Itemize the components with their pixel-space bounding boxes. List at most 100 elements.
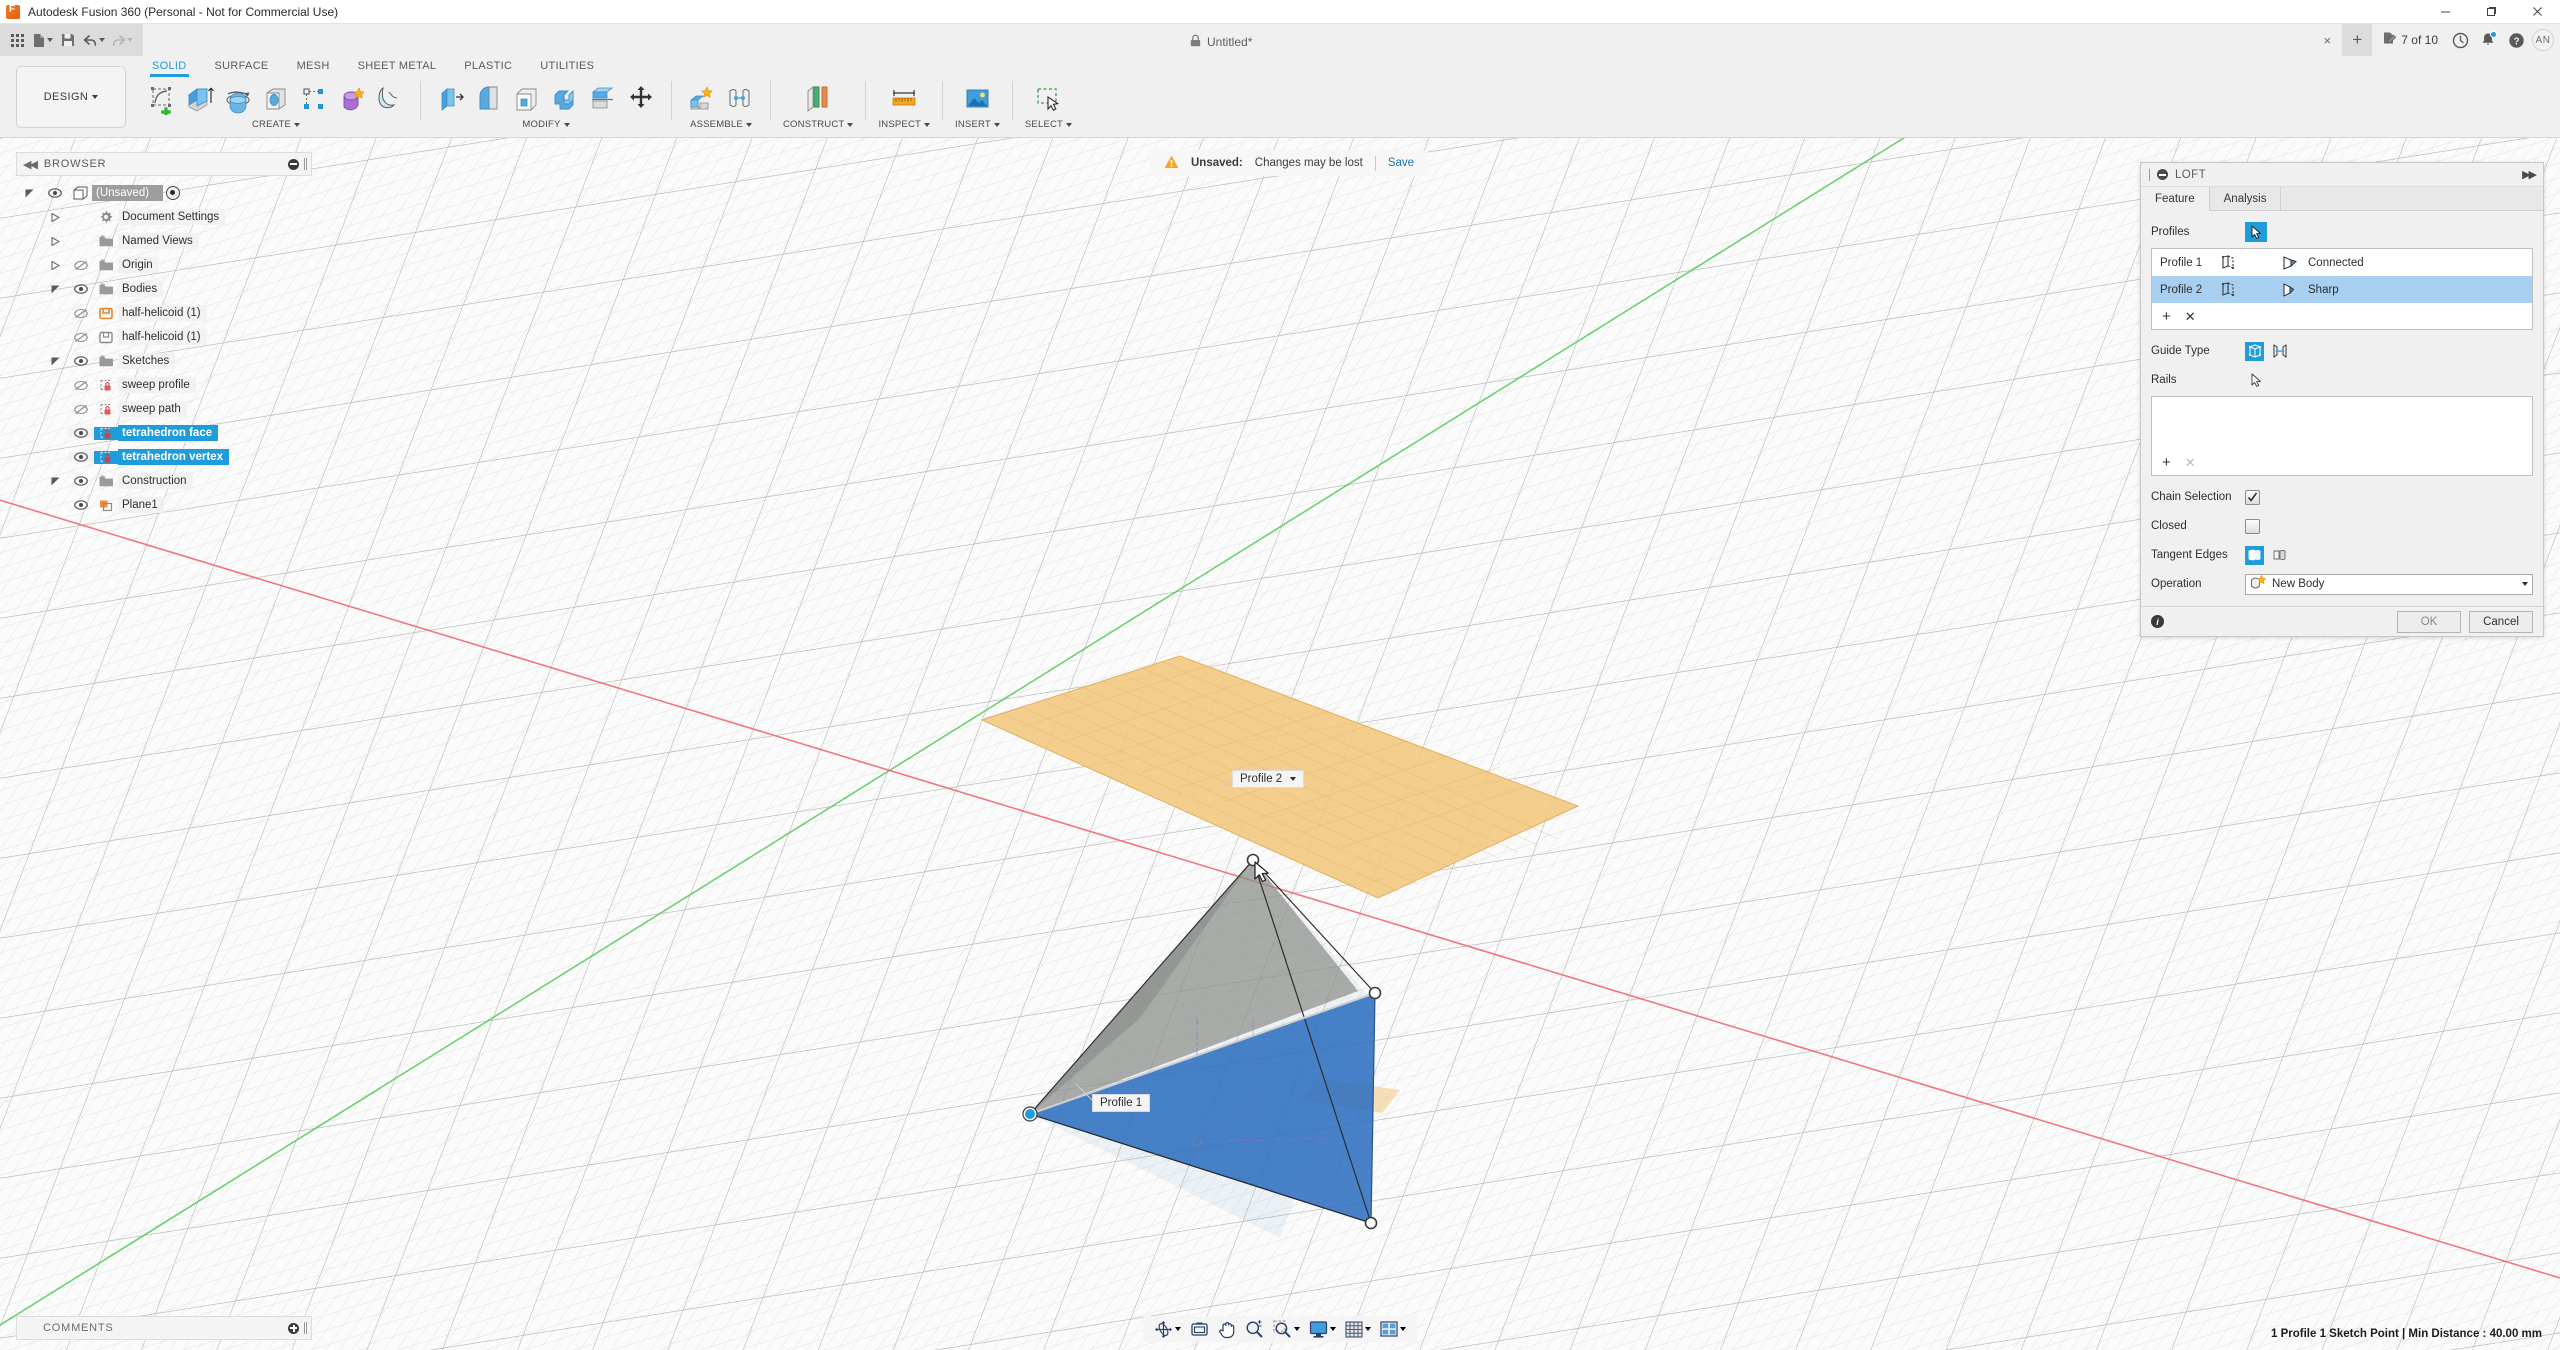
profiles-list[interactable]: Profile 1 Connected Profile 2 — [2151, 248, 2533, 330]
revolve-icon[interactable] — [220, 80, 256, 118]
viewport-3d[interactable]: ◀◀ BROWSER — [0, 138, 2560, 1350]
tree-item-unsaved[interactable]: (Unsaved) — [16, 181, 312, 205]
chain-selection-checkbox[interactable] — [2245, 490, 2260, 505]
bell-icon[interactable] — [2476, 28, 2500, 52]
tab-sheet-metal[interactable]: SHEET METAL — [344, 56, 451, 72]
new-component-icon[interactable] — [684, 80, 720, 118]
loft-dialog-header[interactable]: LOFT ▶▶ — [2141, 163, 2543, 187]
insert-image-icon[interactable] — [959, 80, 995, 118]
closed-checkbox[interactable] — [2245, 519, 2260, 534]
fillet-icon[interactable] — [471, 80, 507, 118]
expand-arrow-icon[interactable] — [16, 189, 42, 198]
tangent-merged-icon[interactable] — [2245, 546, 2264, 565]
expand-arrow-icon[interactable] — [42, 357, 68, 366]
tab-analysis[interactable]: Analysis — [2210, 187, 2282, 211]
tree-item-sketch-tetrahedron-vertex[interactable]: tetrahedron vertex — [16, 445, 312, 469]
split-face-icon[interactable] — [585, 80, 621, 118]
new-document-icon[interactable] — [30, 27, 55, 53]
tree-item-bodies[interactable]: Bodies — [16, 277, 312, 301]
select-window-icon[interactable] — [1030, 80, 1066, 118]
tree-item-sketches[interactable]: Sketches — [16, 349, 312, 373]
maximize-button[interactable] — [2468, 0, 2514, 24]
close-button[interactable] — [2514, 0, 2560, 24]
panel-grip[interactable] — [304, 1322, 305, 1334]
ribbon-group-construct-label[interactable]: CONSTRUCT — [783, 119, 853, 130]
chevron-down-icon[interactable] — [1330, 1327, 1336, 1331]
ribbon-group-select-label[interactable]: SELECT — [1025, 119, 1072, 130]
avatar[interactable]: AN — [2532, 29, 2554, 51]
remove-rail-button[interactable]: ✕ — [2185, 456, 2196, 469]
ribbon-group-create-label[interactable]: CREATE — [252, 119, 300, 130]
dialog-minimize-icon[interactable] — [2157, 169, 2168, 180]
expand-arrow-icon[interactable] — [42, 237, 68, 246]
visibility-eye-icon[interactable] — [68, 356, 94, 366]
profile-row-2[interactable]: Profile 2 Sharp — [2152, 276, 2532, 303]
tree-item-named-views[interactable]: Named Views — [16, 229, 312, 253]
guide-type-rails-icon[interactable] — [2245, 342, 2264, 361]
app-grid-icon[interactable] — [6, 27, 28, 53]
sweep-icon[interactable] — [258, 80, 294, 118]
joint-icon[interactable] — [722, 80, 758, 118]
profile-row-1[interactable]: Profile 1 Connected — [2152, 249, 2532, 276]
pan-icon[interactable] — [1215, 1317, 1239, 1341]
expand-arrow-icon[interactable] — [42, 213, 68, 222]
chevron-down-icon[interactable] — [1365, 1327, 1371, 1331]
tab-feature[interactable]: Feature — [2141, 187, 2210, 211]
tangent-split-icon[interactable] — [2270, 546, 2289, 565]
tree-item-body-half-helicoid-1[interactable]: half-helicoid (1) — [16, 301, 312, 325]
expand-arrow-icon[interactable] — [42, 285, 68, 294]
form-icon[interactable] — [372, 80, 408, 118]
operation-dropdown[interactable]: New Body — [2245, 574, 2533, 595]
ribbon-group-assemble-label[interactable]: ASSEMBLE — [690, 119, 752, 130]
minimize-button[interactable] — [2422, 0, 2468, 24]
profile-tag-profile2[interactable]: Profile 2 — [1232, 770, 1304, 788]
loft-dialog[interactable]: LOFT ▶▶ Feature Analysis Profiles Profil… — [2140, 162, 2544, 637]
expand-arrow-icon[interactable] — [42, 477, 68, 486]
dialog-expand-icon[interactable]: ▶▶ — [2522, 168, 2535, 181]
connected-icon[interactable] — [2282, 256, 2304, 270]
profile-tag-profile1[interactable]: Profile 1 — [1092, 1094, 1150, 1112]
activate-component-radio[interactable] — [166, 186, 180, 200]
workspace-selector[interactable]: DESIGN — [16, 66, 126, 128]
document-tab[interactable]: Untitled* — [1190, 28, 1252, 56]
comments-panel[interactable]: COMMENTS — [16, 1316, 312, 1340]
zoom-icon[interactable] — [1242, 1317, 1267, 1341]
tab-solid[interactable]: SOLID — [138, 56, 201, 72]
cancel-button[interactable]: Cancel — [2469, 611, 2533, 633]
visibility-eye-icon[interactable] — [42, 188, 68, 198]
create-sketch-icon[interactable] — [144, 80, 180, 118]
tab-close-button[interactable]: × — [2316, 33, 2338, 48]
sharp-icon[interactable] — [2282, 283, 2304, 297]
visibility-eye-off-icon[interactable] — [68, 404, 94, 415]
trial-counter[interactable]: 7 of 10 — [2376, 31, 2444, 49]
remove-profile-button[interactable]: ✕ — [2185, 310, 2196, 323]
tree-item-construction[interactable]: Construction — [16, 469, 312, 493]
visibility-eye-icon[interactable] — [68, 428, 94, 438]
tab-utilities[interactable]: UTILITIES — [526, 56, 608, 72]
shell-icon[interactable] — [509, 80, 545, 118]
add-comment-icon[interactable] — [288, 1323, 299, 1334]
panel-grip[interactable] — [304, 158, 305, 170]
ribbon-group-inspect-label[interactable]: INSPECT — [878, 119, 930, 130]
guide-type-centerline-icon[interactable] — [2270, 342, 2289, 361]
rails-list[interactable]: + ✕ — [2151, 396, 2533, 476]
chevron-down-icon[interactable] — [2522, 582, 2528, 586]
help-icon[interactable]: ? — [2504, 28, 2528, 52]
visibility-eye-icon[interactable] — [68, 452, 94, 462]
ribbon-group-modify-label[interactable]: MODIFY — [522, 119, 569, 130]
clock-icon[interactable] — [2448, 28, 2472, 52]
chevron-down-icon[interactable] — [1294, 1327, 1300, 1331]
tree-item-origin[interactable]: Origin — [16, 253, 312, 277]
visibility-eye-icon[interactable] — [68, 476, 94, 486]
tree-item-sketch-sweep-profile[interactable]: sweep profile — [16, 373, 312, 397]
visibility-eye-off-icon[interactable] — [68, 260, 94, 271]
dialog-grip[interactable] — [2149, 169, 2150, 181]
new-tab-button[interactable]: + — [2342, 24, 2372, 56]
expand-arrow-icon[interactable] — [42, 261, 68, 270]
press-pull-icon[interactable] — [433, 80, 469, 118]
pattern-icon[interactable] — [334, 80, 370, 118]
fit-icon[interactable] — [1270, 1317, 1303, 1341]
orbit-icon[interactable] — [1151, 1317, 1184, 1341]
tree-item-sketch-tetrahedron-face[interactable]: tetrahedron face — [16, 421, 312, 445]
profiles-select-button[interactable] — [2245, 222, 2267, 242]
